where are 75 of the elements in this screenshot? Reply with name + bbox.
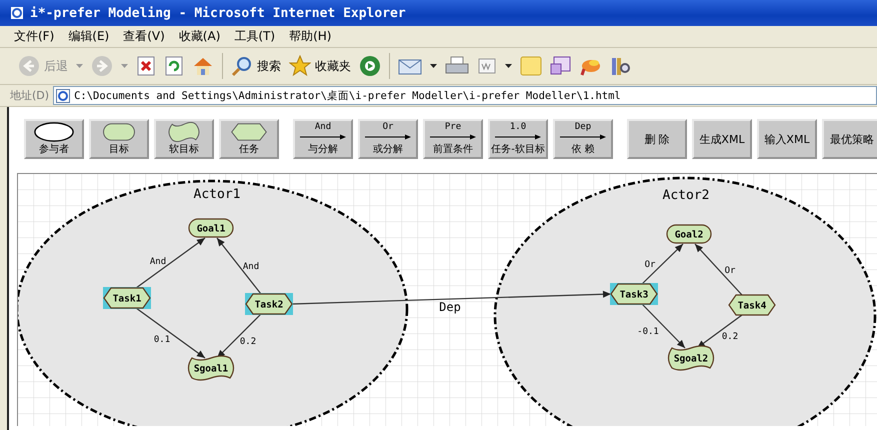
arrow-icon <box>428 134 478 140</box>
link-tool-button[interactable]: Dep 依 赖 <box>553 119 613 159</box>
favorites-button[interactable]: 收藏夹 <box>289 55 351 77</box>
address-label: 地址(D) <box>10 88 50 103</box>
link-label: -0.1 <box>637 327 659 337</box>
actor-label: Actor1 <box>194 187 240 202</box>
link-arrow[interactable] <box>642 244 684 284</box>
books-icon <box>610 55 632 77</box>
printer-icon <box>445 56 469 76</box>
arrow-icon <box>558 134 608 140</box>
search-icon <box>231 55 253 77</box>
goal-tool-button[interactable]: 目标 <box>89 119 149 159</box>
menu-item[interactable]: 工具(T) <box>234 28 276 45</box>
close-icon <box>136 56 156 76</box>
search-button[interactable]: 搜索 <box>231 55 281 77</box>
actor-tool-button[interactable]: 参与者 <box>24 119 84 159</box>
action-button[interactable]: 删 除 <box>627 119 687 159</box>
action-button[interactable]: 生成XML <box>692 119 752 159</box>
messenger-button[interactable] <box>550 55 572 77</box>
note-icon <box>520 55 542 77</box>
arrow-icon <box>363 134 413 140</box>
refresh-icon <box>164 56 184 76</box>
action-button[interactable]: 输入XML <box>757 119 817 159</box>
link-tool-button[interactable]: Pre 前置条件 <box>423 119 483 159</box>
menu-item[interactable]: 编辑(E) <box>68 28 110 45</box>
link-label: And <box>242 262 260 272</box>
softgoal-node[interactable]: Sgoal2 <box>668 345 714 371</box>
task-node[interactable]: Task1 <box>103 287 151 309</box>
refresh-button[interactable] <box>164 56 184 76</box>
print-button[interactable] <box>445 56 469 76</box>
link-label: 0.2 <box>240 337 256 347</box>
research-button[interactable] <box>610 55 632 77</box>
actor-boundary[interactable] <box>18 180 408 426</box>
menu-item[interactable]: 收藏(A) <box>178 28 220 45</box>
document-icon <box>477 56 497 76</box>
menu-item[interactable]: 查看(V) <box>123 28 165 45</box>
media-button[interactable] <box>359 55 381 77</box>
task-node[interactable]: Task3 <box>610 283 658 305</box>
link-arrow[interactable] <box>136 238 206 288</box>
actor-label: Actor2 <box>662 188 710 203</box>
window-title: i*-prefer Modeling - Microsoft Internet Explorer <box>30 6 406 20</box>
link-tool-button[interactable]: Or 或分解 <box>358 119 418 159</box>
softgoal-node[interactable]: Sgoal1 <box>188 355 234 381</box>
goal-node[interactable]: Goal1 <box>188 218 234 238</box>
menu-item[interactable]: 帮助(H) <box>289 28 332 45</box>
link-arrow[interactable] <box>694 244 742 296</box>
link-label: Dep <box>439 300 461 314</box>
link-tool-button[interactable]: 1.0 任务-软目标 <box>488 119 548 159</box>
link-label: Or <box>724 266 736 276</box>
link-label: 0.1 <box>154 335 170 345</box>
link-arrow[interactable] <box>136 308 206 358</box>
link-label: 0.2 <box>722 332 738 342</box>
page-icon <box>56 88 70 102</box>
dropdown-arrow-icon[interactable] <box>430 64 437 68</box>
link-label: Or <box>644 260 656 270</box>
stop-button[interactable] <box>136 56 156 76</box>
task-node[interactable]: Task2 <box>245 293 293 315</box>
task-tool-button[interactable]: 任务 <box>219 119 279 159</box>
arrow-icon <box>493 134 543 140</box>
menu-item[interactable]: 文件(F) <box>14 28 54 45</box>
star-icon <box>289 55 311 77</box>
actor-boundary[interactable] <box>494 176 876 426</box>
play-icon <box>359 55 381 77</box>
windows-icon <box>550 55 572 77</box>
link-tool-button[interactable]: And 与分解 <box>293 119 353 159</box>
action-button[interactable]: 最优策略 <box>822 119 877 159</box>
home-button[interactable] <box>192 56 214 76</box>
goal-node[interactable]: Goal2 <box>666 224 712 244</box>
link-arrow[interactable] <box>216 238 262 294</box>
home-icon <box>192 56 214 76</box>
arrow-icon <box>298 134 348 140</box>
dropdown-arrow-icon[interactable] <box>505 64 512 68</box>
address-field[interactable]: C:\Documents and Settings\Administrator\桌面\i-prefer Modeller\i-prefer Modeller\1.html <box>53 86 877 105</box>
link-label: And <box>150 257 166 267</box>
softgoal-tool-button[interactable]: 软目标 <box>154 119 214 159</box>
